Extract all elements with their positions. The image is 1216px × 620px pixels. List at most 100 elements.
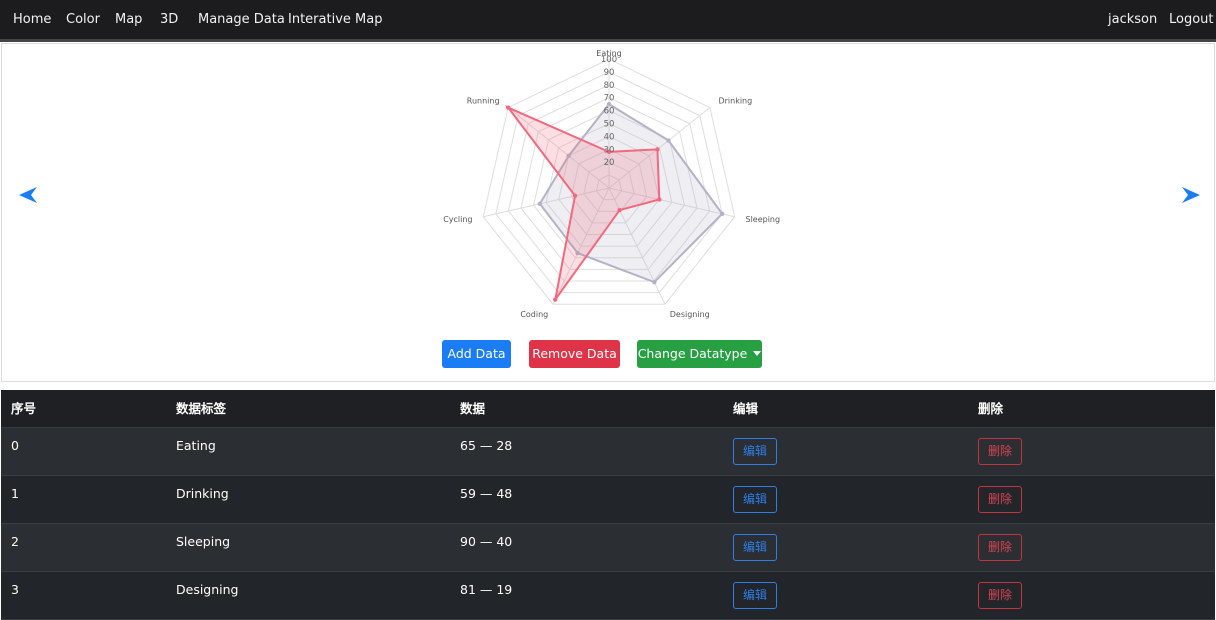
row-label: Sleeping	[176, 534, 231, 549]
radar-axis-label: Eating	[596, 49, 621, 58]
header-edit: 编辑	[733, 401, 759, 416]
radar-grid-ring	[482, 58, 736, 305]
edit-button[interactable]: 编辑	[733, 582, 777, 609]
radar-point	[719, 211, 725, 217]
radar-grid	[482, 58, 736, 305]
radar-series-0-area	[538, 102, 724, 284]
radar-tick-label: 70	[604, 94, 615, 104]
table-row: 3 Designing 81 — 19 编辑 删除	[1, 572, 1215, 620]
radar-grid-ring	[570, 148, 648, 224]
radar-spoke	[552, 187, 610, 305]
radar-point	[553, 297, 558, 302]
nav-home[interactable]: Home	[13, 0, 51, 39]
row-index: 3	[11, 582, 19, 597]
radar-spoke	[483, 187, 610, 218]
radar-grid-ring	[520, 97, 698, 270]
radar-tick-label: 60	[604, 107, 615, 117]
radar-grid-ring	[583, 161, 635, 212]
radar-point	[617, 207, 622, 213]
radar-tick-label: 50	[604, 120, 615, 130]
nav-3d[interactable]: 3D	[160, 0, 178, 39]
header-index: 序号	[11, 401, 37, 416]
delete-button[interactable]: 删除	[978, 534, 1022, 561]
nav-manage-data[interactable]: Manage Data	[198, 0, 285, 39]
row-label: Drinking	[176, 486, 229, 501]
row-value: 81 — 19	[460, 582, 513, 597]
chart-carousel: 20 30 40 50 60 70 80 90 100 Eating Drinking Sleepin…	[1, 43, 1215, 382]
radar-grid-ring	[507, 84, 711, 282]
radar-tick-label: 100	[601, 55, 617, 65]
carousel-prev-icon[interactable]	[17, 184, 39, 206]
radar-grid-ring	[532, 110, 686, 259]
nav-logout[interactable]: Logout	[1169, 0, 1214, 39]
radar-point	[657, 197, 662, 202]
radar-point	[505, 105, 511, 110]
table-row: 1 Drinking 59 — 48 编辑 删除	[1, 476, 1215, 524]
radar-point	[575, 250, 580, 256]
header-delete: 删除	[978, 401, 1004, 416]
caret-down-icon	[753, 351, 762, 356]
radar-chart: 20 30 40 50 60 70 80 90 100Eating Drinking Sleepin…	[443, 49, 780, 319]
radar-tick-label: 20	[604, 158, 615, 168]
radar-grid-ring	[495, 71, 723, 294]
radar-axis-label: Cycling	[443, 215, 472, 224]
change-datatype-label: Change Datatype	[637, 346, 748, 361]
radar-axis-label: Drinking	[718, 97, 752, 106]
table-row: 2 Sleeping 90 — 40 编辑 删除	[1, 524, 1215, 572]
radar-point	[606, 101, 612, 107]
radar-tick-label: 90	[604, 68, 615, 78]
radar-point	[655, 147, 660, 152]
delete-button[interactable]: 删除	[978, 486, 1022, 513]
radar-spoke	[608, 187, 666, 305]
edit-button[interactable]: 编辑	[733, 534, 777, 561]
radar-series-1-area	[505, 105, 661, 301]
header-data: 数据	[460, 401, 486, 416]
radar-grid-ring	[545, 122, 673, 247]
radar-point	[572, 193, 578, 198]
nav-map[interactable]: Map	[115, 0, 142, 39]
radar-spoke	[608, 107, 711, 189]
row-value: 65 — 28	[460, 438, 513, 453]
radar-tick-label: 80	[604, 81, 615, 91]
radar-point	[537, 201, 543, 206]
row-label: Eating	[176, 438, 216, 453]
table-header: 序号 数据标签 数据 编辑 删除	[1, 390, 1215, 428]
radar-axis-label: Running	[467, 97, 500, 106]
nav-color[interactable]: Color	[66, 0, 100, 39]
radar-labels: 20 30 40 50 60 70 80 90 100Eating Drinking Sleepin…	[443, 49, 780, 319]
change-datatype-button[interactable]: Change Datatype	[637, 340, 762, 368]
radar-axis-label: Designing	[670, 310, 710, 319]
add-data-button[interactable]: Add Data	[442, 340, 511, 368]
nav-interative-map[interactable]: Interative Map	[288, 0, 382, 39]
radar-point	[566, 153, 571, 159]
radar-grid-ring	[558, 135, 660, 235]
radar-tick-label: 40	[604, 132, 615, 142]
table-row: 0 Eating 65 — 28 编辑 删除	[1, 428, 1215, 476]
radar-axis-label: Sleeping	[745, 215, 780, 224]
top-navbar: Home Color Map 3D Manage Data Interative…	[0, 0, 1216, 42]
radar-tick-label: 30	[604, 145, 615, 155]
edit-button[interactable]: 编辑	[733, 486, 777, 513]
edit-button[interactable]: 编辑	[733, 438, 777, 465]
radar-point	[652, 279, 657, 285]
row-index: 2	[11, 534, 19, 549]
radar-series-layer	[505, 101, 725, 302]
row-value: 90 — 40	[460, 534, 513, 549]
remove-data-button[interactable]: Remove Data	[529, 340, 620, 368]
row-index: 0	[11, 438, 19, 453]
nav-user[interactable]: jackson	[1108, 0, 1157, 39]
row-value: 59 — 48	[460, 486, 513, 501]
radar-spoke	[507, 107, 610, 189]
radar-point	[606, 149, 612, 155]
data-table: 序号 数据标签 数据 编辑 删除 0 Eating 65 — 28 编辑 删除 …	[1, 390, 1215, 620]
radar-spoke	[608, 187, 735, 218]
radar-grid-ring	[595, 174, 623, 201]
radar-axis-label: Coding	[520, 310, 548, 319]
delete-button[interactable]: 删除	[978, 582, 1022, 609]
delete-button[interactable]: 删除	[978, 438, 1022, 465]
row-index: 1	[11, 486, 19, 501]
row-label: Designing	[176, 582, 239, 597]
carousel-next-icon[interactable]	[1180, 184, 1202, 206]
radar-point	[666, 138, 671, 143]
header-label: 数据标签	[176, 401, 227, 416]
